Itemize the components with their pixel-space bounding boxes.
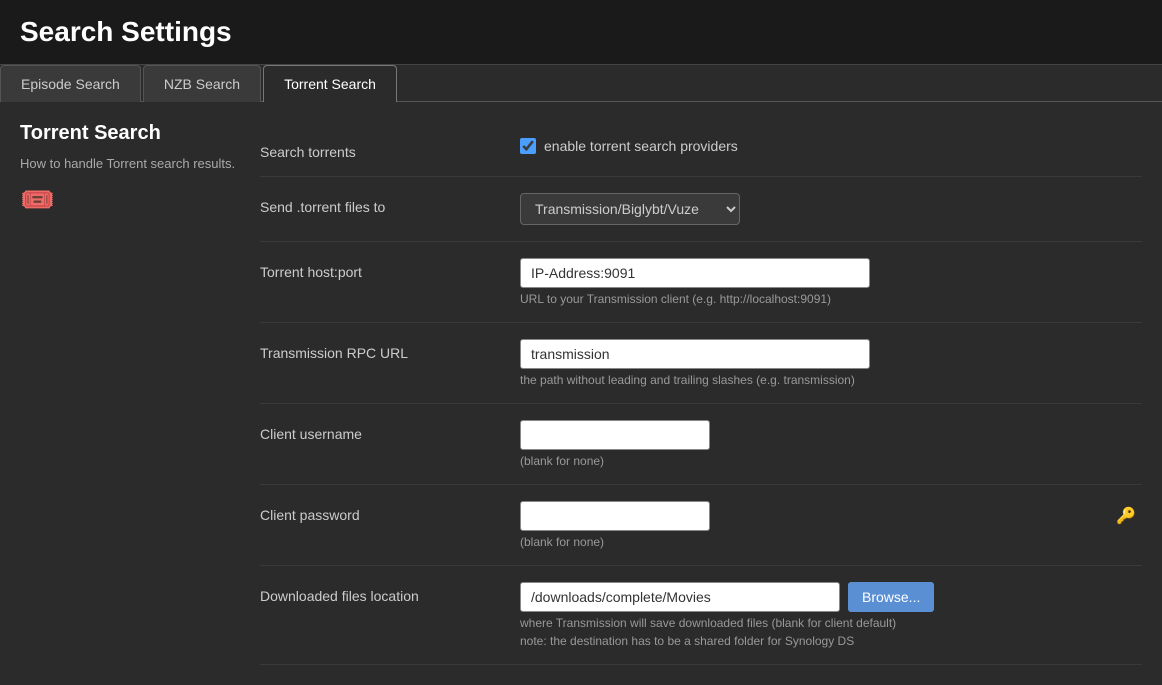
browse-button[interactable]: Browse... — [848, 582, 934, 612]
tab-nzb-search[interactable]: NZB Search — [143, 65, 261, 102]
download-location-input[interactable] — [520, 582, 840, 612]
download-location-hint2: note: the destination has to be a shared… — [520, 634, 1142, 648]
torrent-host-hint: URL to your Transmission client (e.g. ht… — [520, 292, 1142, 306]
row-search-torrents: Search torrents enable torrent search pr… — [260, 122, 1142, 177]
row-download-location: Downloaded files location Browse... wher… — [260, 566, 1142, 665]
row-client-password: Client password 🔑 (blank for none) — [260, 485, 1142, 566]
tab-torrent-search[interactable]: Torrent Search — [263, 65, 397, 102]
content-area: Torrent Search How to handle Torrent sea… — [0, 102, 1162, 685]
settings-form: Search torrents enable torrent search pr… — [260, 122, 1142, 665]
transmission-rpc-input[interactable] — [520, 339, 870, 369]
download-location-hint1: where Transmission will save downloaded … — [520, 616, 1142, 630]
client-password-input[interactable] — [520, 501, 710, 531]
sidebar: Torrent Search How to handle Torrent sea… — [20, 122, 240, 665]
client-username-input[interactable] — [520, 420, 710, 450]
label-client-username: Client username — [260, 420, 520, 442]
enable-torrent-label: enable torrent search providers — [544, 138, 738, 154]
row-torrent-host: Torrent host:port URL to your Transmissi… — [260, 242, 1142, 323]
tab-episode-search[interactable]: Episode Search — [0, 65, 141, 102]
page-header: Search Settings — [0, 0, 1162, 65]
password-toggle-icon[interactable]: 🔑 — [1116, 506, 1136, 526]
label-search-torrents: Search torrents — [260, 138, 520, 160]
label-transmission-rpc: Transmission RPC URL — [260, 339, 520, 361]
client-username-hint: (blank for none) — [520, 454, 1142, 468]
control-transmission-rpc: the path without leading and trailing sl… — [520, 339, 1142, 387]
label-send-torrent: Send .torrent files to — [260, 193, 520, 215]
sidebar-description: How to handle Torrent search results. — [20, 155, 240, 173]
row-send-torrent: Send .torrent files to Transmission/Bigl… — [260, 177, 1142, 242]
torrent-host-input[interactable] — [520, 258, 870, 288]
tab-bar: Episode Search NZB Search Torrent Search — [0, 65, 1162, 102]
label-client-password: Client password — [260, 501, 520, 523]
control-client-password: 🔑 (blank for none) — [520, 501, 1142, 549]
sidebar-heading: Torrent Search — [20, 122, 240, 145]
label-download-location: Downloaded files location — [260, 582, 520, 604]
row-client-username: Client username (blank for none) — [260, 404, 1142, 485]
enable-torrent-checkbox-row: enable torrent search providers — [520, 138, 1142, 154]
control-search-torrents: enable torrent search providers — [520, 138, 1142, 154]
label-torrent-host: Torrent host:port — [260, 258, 520, 280]
password-wrapper: 🔑 — [520, 501, 1142, 531]
transmission-rpc-hint: the path without leading and trailing sl… — [520, 373, 1142, 387]
control-send-torrent: Transmission/Biglybt/Vuze Deluge qBittor… — [520, 193, 1142, 225]
send-torrent-select[interactable]: Transmission/Biglybt/Vuze Deluge qBittor… — [520, 193, 740, 225]
sidebar-icon: 🎟️ — [20, 183, 240, 216]
location-input-row: Browse... — [520, 582, 1142, 612]
page-title: Search Settings — [20, 16, 1142, 48]
row-transmission-rpc: Transmission RPC URL the path without le… — [260, 323, 1142, 404]
enable-torrent-checkbox[interactable] — [520, 138, 536, 154]
client-password-hint: (blank for none) — [520, 535, 1142, 549]
control-client-username: (blank for none) — [520, 420, 1142, 468]
control-torrent-host: URL to your Transmission client (e.g. ht… — [520, 258, 1142, 306]
control-download-location: Browse... where Transmission will save d… — [520, 582, 1142, 648]
